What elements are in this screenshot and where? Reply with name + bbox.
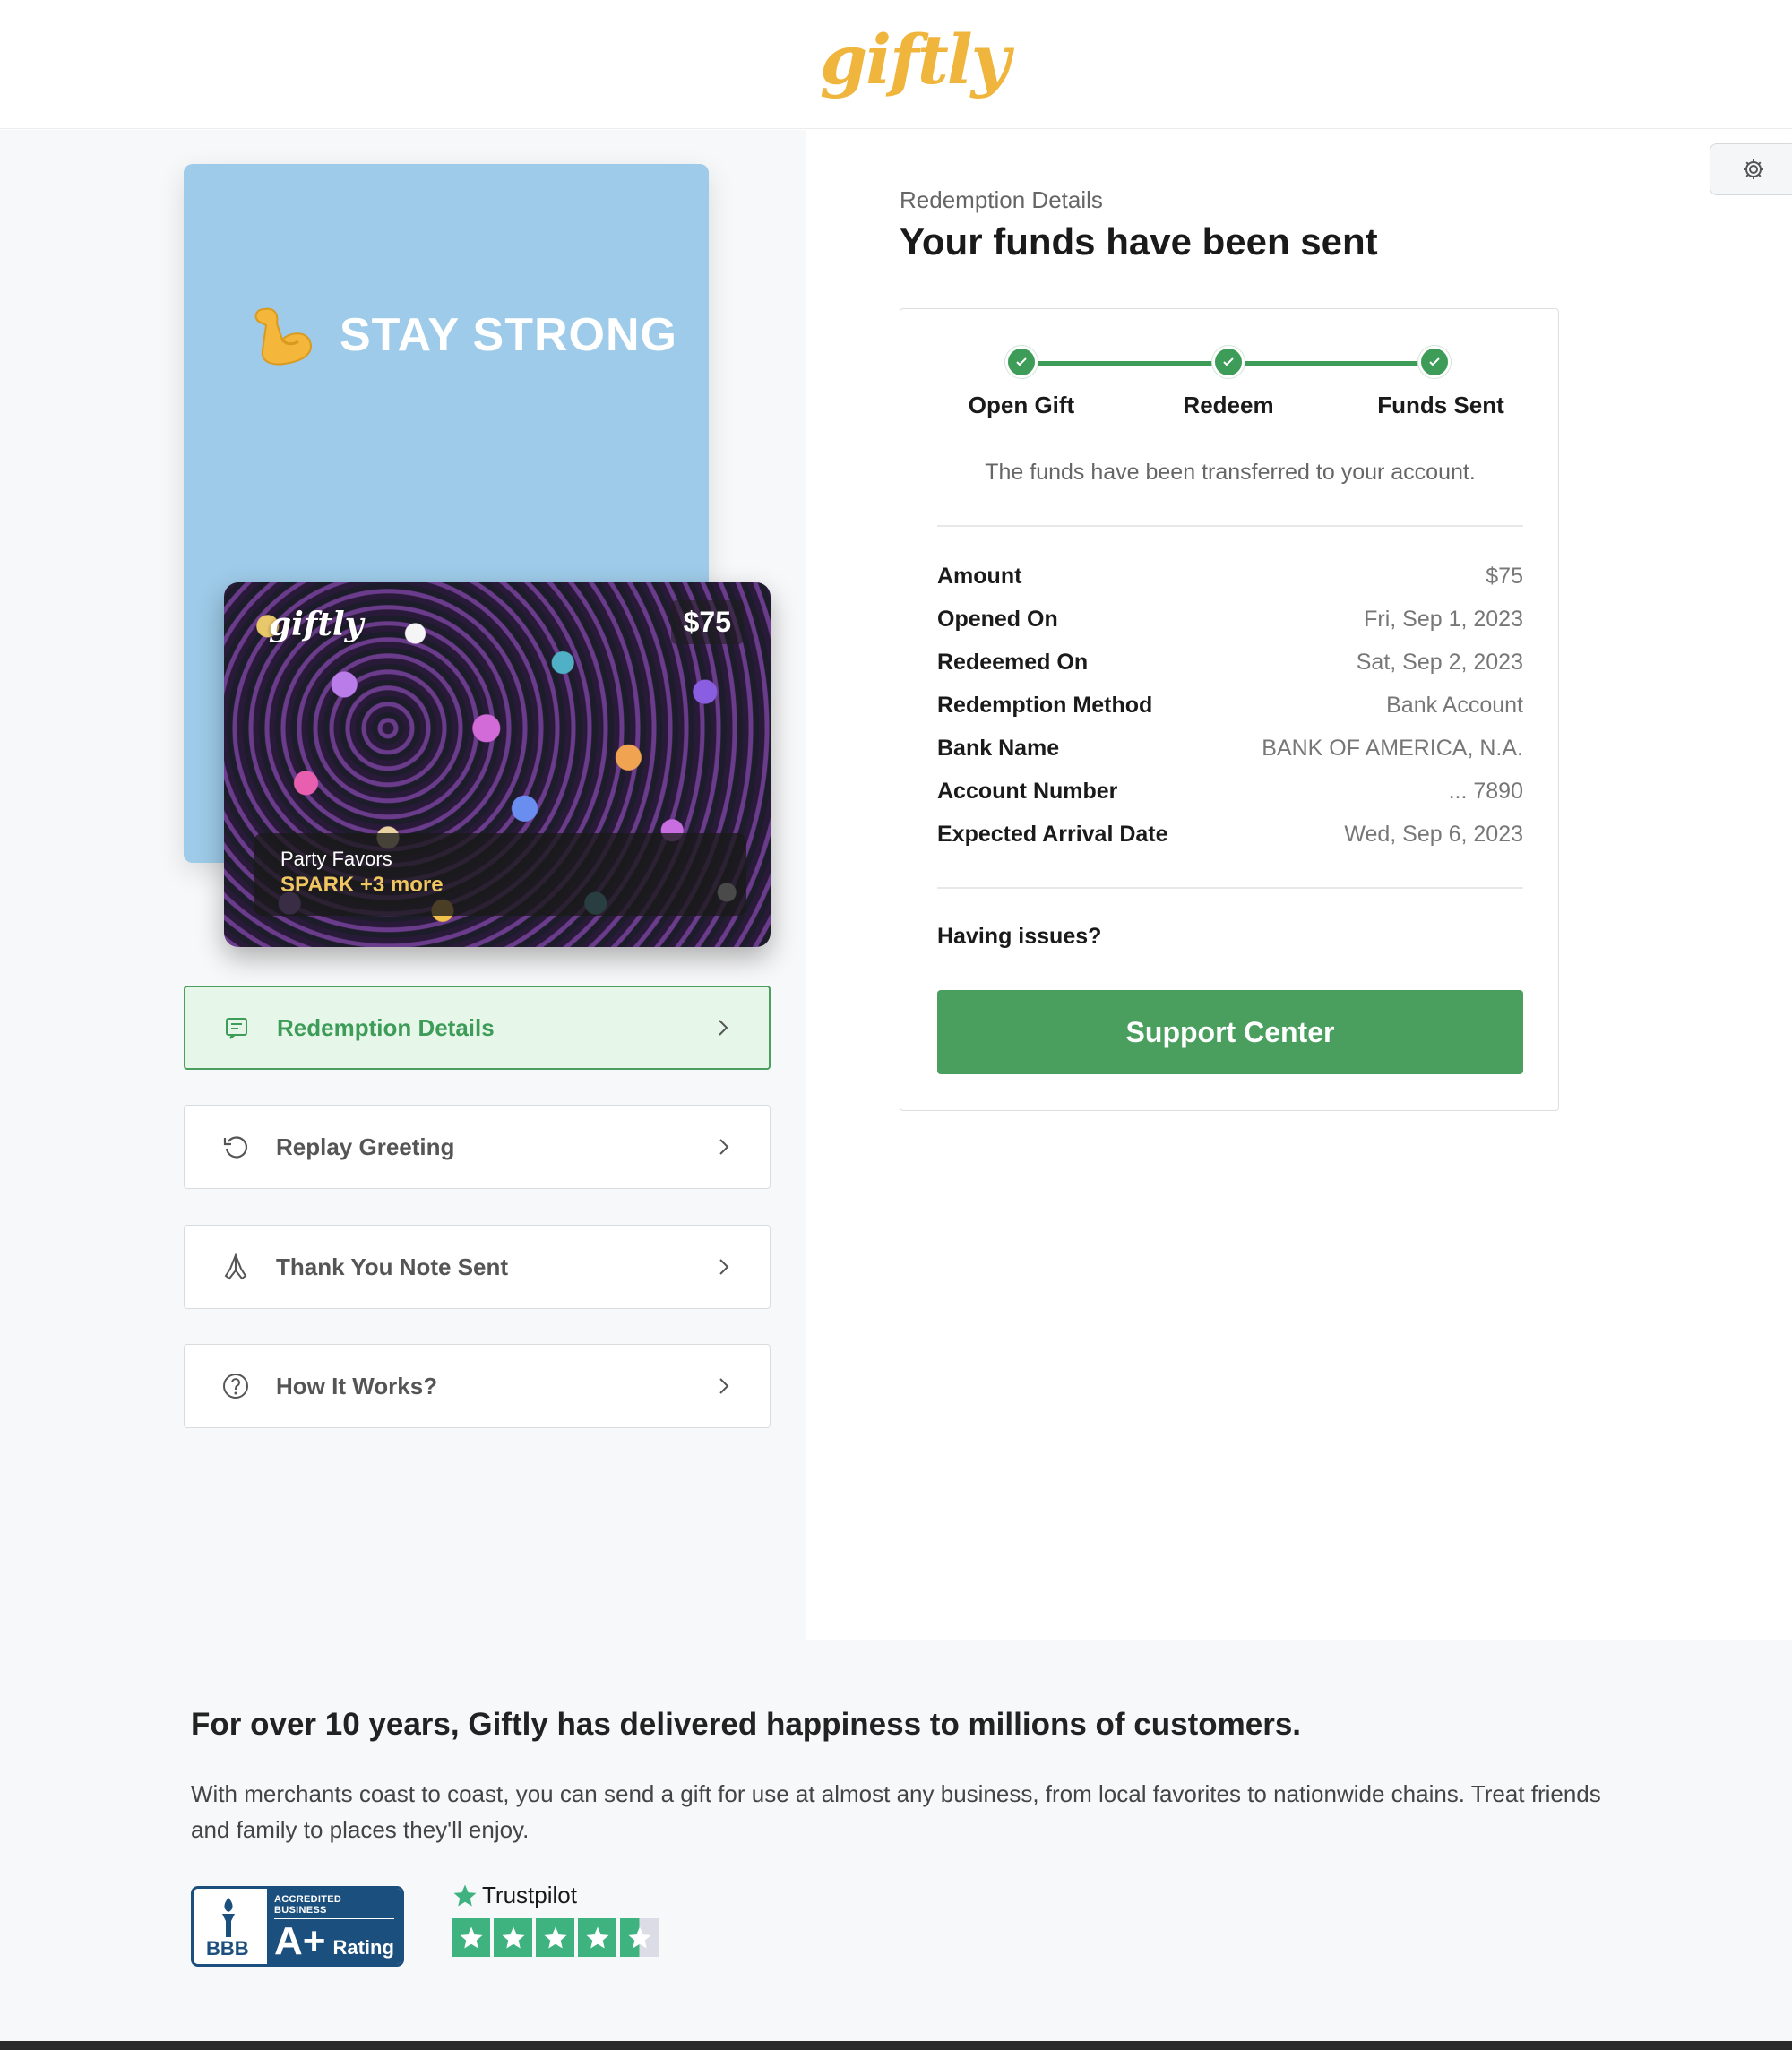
trustpilot-badge[interactable]: Trustpilot bbox=[452, 1882, 659, 1957]
praying-hands-icon bbox=[220, 1252, 251, 1282]
detail-value: BANK OF AMERICA, N.A. bbox=[1262, 736, 1523, 761]
trustpilot-star-icon bbox=[453, 1884, 477, 1906]
detail-row: Expected Arrival Date Wed, Sep 6, 2023 bbox=[937, 822, 1523, 848]
top-header: giftly bbox=[0, 0, 1792, 129]
support-center-button[interactable]: Support Center bbox=[937, 990, 1523, 1074]
detail-row: Bank Name BANK OF AMERICA, N.A. bbox=[937, 736, 1523, 762]
redemption-details-card: Open Gift Redeem Funds Sent The funds ha… bbox=[900, 308, 1559, 1111]
star-icon bbox=[578, 1918, 616, 1957]
detail-row: Redeemed On Sat, Sep 2, 2023 bbox=[937, 650, 1523, 676]
greeting-text: STAY STRONG bbox=[340, 309, 678, 361]
bbb-grade: A+ bbox=[274, 1919, 326, 1963]
menu-label: Thank You Note Sent bbox=[276, 1253, 509, 1280]
half-star-icon bbox=[620, 1918, 659, 1957]
menu-label: How It Works? bbox=[276, 1372, 438, 1400]
detail-label: Opened On bbox=[937, 607, 1058, 632]
detail-label: Redeemed On bbox=[937, 650, 1089, 675]
detail-value: ... 7890 bbox=[1448, 779, 1523, 804]
gift-card-amount: $75 bbox=[670, 600, 744, 644]
receipt-icon bbox=[221, 1012, 252, 1043]
menu-label: Replay Greeting bbox=[276, 1133, 455, 1160]
question-icon bbox=[220, 1371, 251, 1401]
detail-value: Fri, Sep 1, 2023 bbox=[1364, 607, 1523, 632]
giftly-logo[interactable]: giftly bbox=[820, 20, 1011, 99]
chevron-right-icon bbox=[719, 1139, 729, 1155]
detail-row: Amount $75 bbox=[937, 564, 1523, 590]
detail-value: Wed, Sep 6, 2023 bbox=[1344, 822, 1523, 847]
replay-greeting-button[interactable]: Replay Greeting bbox=[184, 1105, 771, 1189]
detail-value: Sat, Sep 2, 2023 bbox=[1356, 650, 1523, 675]
step-check-icon bbox=[1005, 346, 1038, 378]
detail-label: Redemption Method bbox=[937, 693, 1153, 718]
page-title: Your funds have been sent bbox=[900, 220, 1378, 263]
having-issues-label: Having issues? bbox=[937, 924, 1102, 949]
detail-row: Redemption Method Bank Account bbox=[937, 693, 1523, 719]
bbb-badge[interactable]: BBB ACCREDITED BUSINESS A+ Rating bbox=[191, 1886, 404, 1967]
trustpilot-rating bbox=[452, 1918, 659, 1957]
detail-row: Opened On Fri, Sep 1, 2023 bbox=[937, 607, 1523, 633]
trust-heading: For over 10 years, Giftly has delivered … bbox=[191, 1707, 1302, 1742]
gift-card[interactable]: giftly $75 Party Favors SPARK +3 more bbox=[224, 582, 771, 947]
chevron-right-icon bbox=[719, 1020, 728, 1036]
detail-row: Account Number ... 7890 bbox=[937, 779, 1523, 805]
star-icon bbox=[452, 1918, 490, 1957]
detail-label: Bank Name bbox=[937, 736, 1060, 761]
detail-label: Expected Arrival Date bbox=[937, 822, 1168, 847]
bbb-rating-label: Rating bbox=[332, 1936, 394, 1959]
chevron-right-icon bbox=[719, 1259, 729, 1275]
bbb-accredited: ACCREDITED BUSINESS bbox=[274, 1894, 394, 1919]
trust-text: With merchants coast to coast, you can s… bbox=[191, 1780, 1601, 1843]
detail-label: Account Number bbox=[937, 779, 1118, 804]
gift-card-info-bar: Party Favors SPARK +3 more bbox=[254, 833, 746, 916]
menu-label: Redemption Details bbox=[277, 1013, 495, 1041]
torch-icon bbox=[222, 1898, 235, 1937]
settings-button[interactable] bbox=[1710, 143, 1792, 195]
step-check-icon bbox=[1418, 346, 1451, 378]
thank-you-note-button[interactable]: Thank You Note Sent bbox=[184, 1225, 771, 1309]
flexed-biceps-icon bbox=[246, 298, 320, 372]
step-check-icon bbox=[1212, 346, 1245, 378]
redemption-details-button[interactable]: Redemption Details bbox=[184, 986, 771, 1070]
gear-icon bbox=[1744, 159, 1763, 179]
star-icon bbox=[494, 1918, 532, 1957]
bbb-letters: BBB bbox=[206, 1937, 249, 1960]
divider bbox=[937, 525, 1523, 527]
star-icon bbox=[536, 1918, 574, 1957]
bottom-bar bbox=[0, 2041, 1792, 2050]
detail-value: Bank Account bbox=[1386, 693, 1523, 718]
bbb-logo: BBB bbox=[194, 1889, 267, 1964]
page-eyebrow: Redemption Details bbox=[900, 186, 1103, 213]
detail-value: $75 bbox=[1486, 564, 1523, 589]
gift-card-merchant: SPARK +3 more bbox=[280, 873, 444, 897]
step-label: Redeem bbox=[1183, 392, 1274, 418]
step-label: Open Gift bbox=[968, 392, 1075, 418]
step-label: Funds Sent bbox=[1377, 392, 1504, 418]
detail-label: Amount bbox=[937, 564, 1022, 589]
status-message: The funds have been transferred to your … bbox=[985, 460, 1476, 485]
trustpilot-name: Trustpilot bbox=[482, 1882, 577, 1908]
divider bbox=[937, 887, 1523, 889]
chevron-right-icon bbox=[719, 1378, 729, 1394]
greeting-banner: STAY STRONG bbox=[246, 298, 677, 372]
how-it-works-button[interactable]: How It Works? bbox=[184, 1344, 771, 1428]
gift-card-logo: giftly bbox=[269, 606, 364, 643]
replay-icon bbox=[220, 1132, 251, 1162]
gift-card-subtitle: Party Favors bbox=[280, 848, 392, 870]
